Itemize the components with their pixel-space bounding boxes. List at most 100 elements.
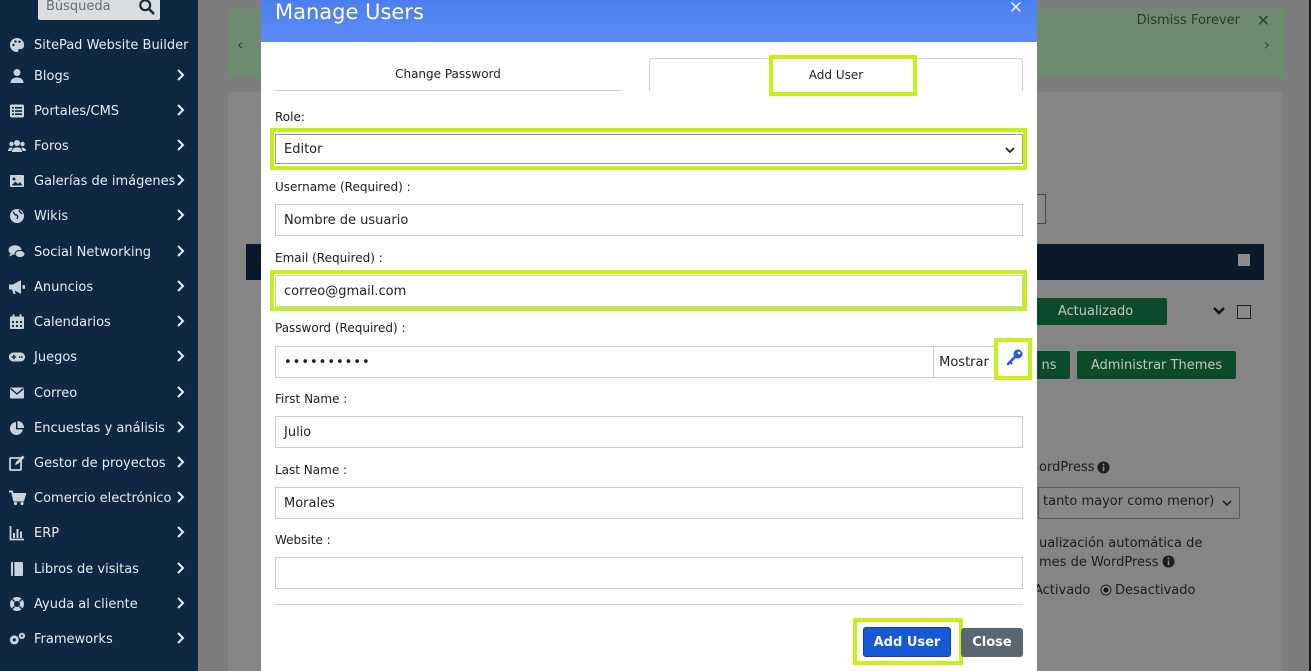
sidebar-item-label: Encuestas y análisis (34, 420, 165, 436)
search-icon[interactable] (138, 0, 156, 16)
globe-icon (8, 207, 26, 225)
role-label: Role: (275, 110, 305, 124)
manage-users-modal: Manage Users ✕ Change Password Add User … (261, 0, 1037, 671)
sidebar-item[interactable]: Ayuda al cliente (0, 589, 198, 619)
search-placeholder: Búsqueda (46, 0, 111, 14)
chevron-right-icon (177, 526, 185, 538)
show-password-button[interactable]: Mostrar (933, 346, 995, 378)
chevron-left-icon[interactable]: ‹ (237, 35, 243, 54)
calendar-icon (8, 313, 26, 331)
sidebar-item[interactable]: Libros de visitas (0, 554, 198, 584)
highlight-key-button (994, 338, 1032, 380)
last-name-value: Morales (284, 495, 335, 511)
user-icon (8, 67, 26, 85)
gamepad-icon (8, 348, 26, 366)
password-field[interactable]: •••••••••• (275, 346, 935, 378)
chevron-right-icon[interactable]: › (1264, 35, 1270, 54)
sidebar-item[interactable]: Gestor de proyectos (0, 448, 198, 478)
cogs-icon (8, 630, 26, 648)
sidebar-item[interactable]: Galerías de imágenes (0, 166, 198, 196)
sidebar-item[interactable]: Correo (0, 378, 198, 408)
username-value: Nombre de usuario (284, 212, 409, 228)
chevron-down-icon (1222, 500, 1232, 507)
info-icon[interactable] (1162, 555, 1175, 568)
actualizado-button[interactable]: Actualizado (1024, 298, 1167, 325)
sidebar-search-input[interactable]: Búsqueda (38, 0, 160, 20)
sidebar-item[interactable]: Social Networking (0, 237, 198, 267)
radio-desactivado-label[interactable]: Desactivado (1115, 583, 1195, 598)
radio-activado-label[interactable]: Activado (1034, 583, 1090, 598)
close-icon[interactable]: ✕ (1009, 0, 1023, 18)
pie-chart-icon (8, 419, 26, 437)
email-label: Email (Required) : (275, 251, 383, 265)
sidebar-item-label: Frameworks (34, 631, 113, 647)
tab-change-password[interactable]: Change Password (275, 58, 621, 91)
auto-update-label-1: ualización automática de (1039, 536, 1203, 551)
list-icon (8, 102, 26, 120)
sidebar-item[interactable]: Anuncios (0, 272, 198, 302)
sidebar-item-label: Foros (34, 138, 69, 154)
sidebar-item-label: Ayuda al cliente (34, 596, 138, 612)
sidebar-item-label: SitePad Website Builder (34, 37, 189, 53)
megaphone-icon (8, 278, 26, 296)
sidebar-item-label: Gestor de proyectos (34, 455, 166, 471)
chevron-right-icon (177, 350, 185, 362)
chevron-right-icon (177, 174, 185, 186)
chevron-down-icon[interactable] (1212, 305, 1226, 317)
sidebar-item-label: Wikis (34, 208, 69, 224)
select-all-checkbox[interactable] (1238, 254, 1250, 266)
highlight-role-select (270, 128, 1027, 170)
sidebar-item[interactable]: Wikis (0, 201, 198, 231)
first-name-field[interactable]: Julio (275, 416, 1023, 448)
modal-title: Manage Users (275, 0, 424, 24)
chevron-right-icon (177, 315, 185, 327)
chevron-right-icon (177, 139, 185, 151)
lifebuoy-icon (8, 595, 26, 613)
info-icon[interactable] (1097, 461, 1110, 474)
sidebar-item[interactable]: SitePad Website Builder (0, 30, 198, 60)
sidebar-item[interactable]: Calendarios (0, 307, 198, 337)
website-field[interactable] (275, 557, 1023, 589)
highlight-add-user-button (853, 618, 963, 665)
sidebar-item[interactable]: Comercio electrónico (0, 483, 198, 513)
radio-desactivado[interactable] (1100, 584, 1112, 596)
modal-header: Manage Users ✕ (261, 0, 1037, 42)
bar-chart-icon (8, 524, 26, 542)
sidebar-item-label: Galerías de imágenes (34, 173, 176, 189)
row-checkbox[interactable] (1237, 305, 1251, 319)
administrar-themes-button[interactable]: Administrar Themes (1077, 351, 1236, 379)
chevron-right-icon (177, 456, 185, 468)
first-name-value: Julio (284, 424, 312, 440)
sidebar-item[interactable]: Juegos (0, 342, 198, 372)
sidebar-item[interactable]: Portales/CMS (0, 96, 198, 126)
last-name-field[interactable]: Morales (275, 487, 1023, 519)
last-name-label: Last Name : (275, 463, 348, 477)
cart-icon (8, 489, 26, 507)
envelope-icon (8, 384, 26, 402)
sidebar-item-label: Blogs (34, 68, 70, 84)
close-icon[interactable]: ✕ (1257, 11, 1270, 30)
auto-update-label-2: mes de WordPress (1039, 555, 1159, 570)
close-button[interactable]: Close (961, 628, 1023, 657)
sidebar-item-label: Comercio electrónico (34, 490, 172, 506)
sidebar-item[interactable]: ERP (0, 518, 198, 548)
sidebar-item-label: Anuncios (34, 279, 94, 295)
sidebar-item[interactable]: Frameworks (0, 624, 198, 654)
sidebar-item[interactable]: Blogs (0, 61, 198, 91)
sidebar-item[interactable]: Encuestas y análisis (0, 413, 198, 443)
wordpress-label: ordPress (1039, 460, 1095, 475)
users-icon (8, 137, 26, 155)
dismiss-forever-link[interactable]: Dismiss Forever (1137, 13, 1240, 28)
book-icon (8, 560, 26, 578)
divider (275, 604, 1023, 605)
highlight-email-field (270, 270, 1027, 311)
sidebar-item[interactable]: Foros (0, 131, 198, 161)
comments-icon (8, 243, 26, 261)
password-label: Password (Required) : (275, 321, 406, 335)
username-field[interactable]: Nombre de usuario (275, 204, 1023, 236)
chevron-right-icon (177, 421, 185, 433)
website-label: Website : (275, 533, 331, 547)
chevron-right-icon (177, 597, 185, 609)
sidebar-item-label: Juegos (34, 349, 78, 365)
update-select[interactable]: tanto mayor como menor) (1038, 487, 1240, 519)
